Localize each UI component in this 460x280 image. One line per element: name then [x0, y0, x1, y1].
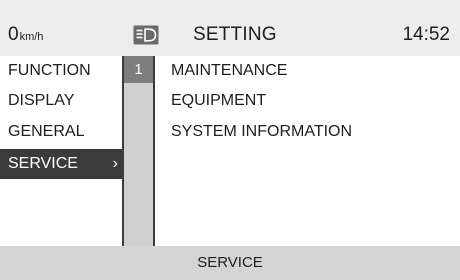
- submenu-item-equipment[interactable]: EQUIPMENT: [171, 86, 266, 116]
- speedometer-readout: 0 km/h: [8, 24, 43, 48]
- submenu-item-label: SYSTEM INFORMATION: [171, 123, 353, 140]
- instrument-display: 0 km/h SETTING 14:52 FUNCTION DISPLAY GE…: [0, 0, 460, 280]
- category-item-label: FUNCTION: [8, 62, 91, 79]
- status-bar: 0 km/h SETTING 14:52: [0, 0, 460, 56]
- footer-label: SERVICE: [197, 254, 263, 271]
- submenu-item-label: EQUIPMENT: [171, 92, 267, 109]
- submenu-item-maintenance[interactable]: MAINTENANCE: [171, 56, 287, 86]
- footer-bar: SERVICE: [0, 246, 460, 280]
- category-item-function[interactable]: FUNCTION: [0, 56, 122, 86]
- speed-unit: km/h: [19, 31, 44, 43]
- scrollbar-rail-left: [122, 56, 124, 246]
- category-item-label: GENERAL: [8, 123, 85, 140]
- category-menu: FUNCTION DISPLAY GENERAL SERVICE ›: [0, 56, 122, 246]
- submenu-item-system-information[interactable]: SYSTEM INFORMATION: [171, 117, 352, 147]
- submenu: MAINTENANCE EQUIPMENT SYSTEM INFORMATION: [155, 56, 460, 246]
- page-title: SETTING: [193, 24, 277, 45]
- category-item-label: DISPLAY: [8, 92, 75, 109]
- low-beam-headlight-icon: [133, 25, 159, 45]
- submenu-item-label: MAINTENANCE: [171, 62, 288, 79]
- category-item-general[interactable]: GENERAL: [0, 117, 122, 147]
- scroll-page-number: 1: [134, 61, 143, 78]
- category-item-label: SERVICE: [8, 155, 78, 172]
- scrollbar[interactable]: 1: [122, 56, 155, 246]
- speed-value: 0: [8, 24, 19, 45]
- category-item-display[interactable]: DISPLAY: [0, 86, 122, 116]
- scroll-thumb[interactable]: 1: [124, 56, 153, 83]
- clock: 14:52: [402, 24, 450, 45]
- chevron-right-icon: ›: [112, 155, 118, 172]
- category-item-service[interactable]: SERVICE ›: [0, 149, 122, 179]
